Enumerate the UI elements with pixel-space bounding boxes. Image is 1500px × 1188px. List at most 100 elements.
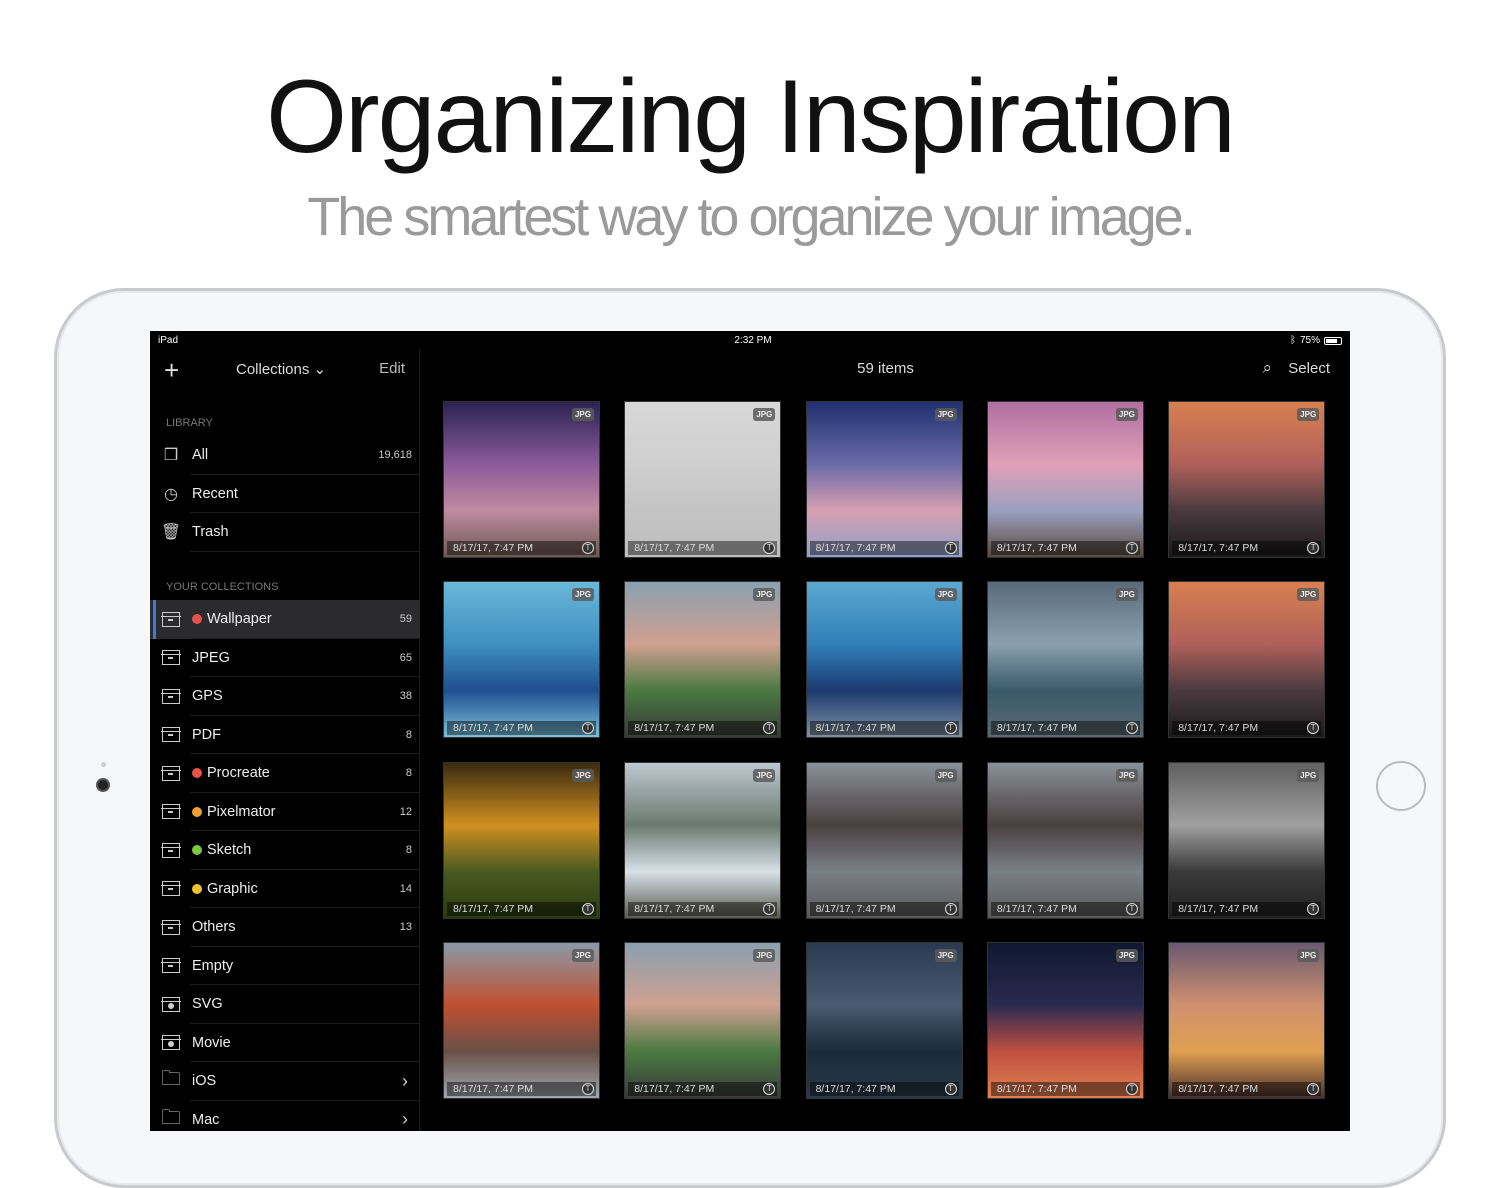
image-thumbnail[interactable]: JPG 8/17/17, 7:47 PM T (986, 941, 1144, 1099)
image-date: 8/17/17, 7:47 PM (447, 901, 596, 916)
sidebar-item-others[interactable]: Others 13 (150, 908, 420, 947)
image-thumbnail[interactable]: JPG 8/17/17, 7:47 PM T (986, 581, 1144, 739)
image-date: 8/17/17, 7:47 PM (1172, 1081, 1322, 1096)
image-thumbnail[interactable]: JPG 8/17/17, 7:47 PM T (624, 401, 782, 558)
archive-icon (150, 919, 192, 935)
battery-icon (1324, 336, 1342, 345)
chevron-right-icon: › (402, 1070, 408, 1091)
image-thumbnail[interactable]: JPG 8/17/17, 7:47 PM T (624, 941, 782, 1099)
add-button[interactable]: + (164, 355, 179, 386)
sidebar-item-empty[interactable]: Empty (150, 947, 420, 986)
camera-icon (96, 778, 110, 792)
text-tag-icon: T (944, 542, 957, 554)
sidebar-item-label: Movie (192, 1034, 231, 1051)
image-thumbnail[interactable]: JPG 8/17/17, 7:47 PM T (443, 401, 600, 558)
sidebar-item-label: JPEG (192, 649, 230, 666)
sensor (101, 762, 106, 767)
battery-percent: 75% (1299, 335, 1320, 346)
sidebar-item-pixelmator[interactable]: Pixelmator 12 (150, 793, 420, 832)
sidebar-item-movie[interactable]: Movie (150, 1024, 420, 1063)
file-type-badge: JPG (753, 768, 776, 782)
file-type-badge: JPG (1115, 948, 1138, 962)
text-tag-icon: T (1307, 1082, 1320, 1095)
text-tag-icon: T (1125, 542, 1138, 554)
sidebar-nav: + Collections ⌄ Edit (150, 349, 419, 389)
text-tag-icon: T (1125, 902, 1138, 915)
archive-icon (150, 804, 192, 820)
sidebar-item-gps[interactable]: GPS 38 (150, 677, 420, 716)
image-thumbnail[interactable]: JPG 8/17/17, 7:47 PM T (1168, 581, 1326, 739)
stack-icon: ❒ (163, 447, 179, 465)
image-thumbnail[interactable]: JPG 8/17/17, 7:47 PM T (805, 761, 963, 919)
color-tag-dot (192, 768, 202, 779)
item-count: 14 (399, 882, 412, 895)
image-date: 8/17/17, 7:47 PM (990, 1081, 1140, 1096)
search-icon[interactable]: ⌕ (1262, 358, 1272, 378)
items-count: 59 items (857, 360, 914, 377)
sidebar-item-label: iOS (192, 1073, 217, 1090)
image-thumbnail[interactable]: JPG 8/17/17, 7:47 PM T (1168, 761, 1326, 919)
sidebar-item-trash[interactable]: 🗑 Trash (150, 513, 420, 552)
image-thumbnail[interactable]: JPG 8/17/17, 7:47 PM T (805, 941, 963, 1099)
clock-icon: ◷ (164, 485, 178, 503)
image-date: 8/17/17, 7:47 PM (809, 541, 959, 555)
image-date: 8/17/17, 7:47 PM (628, 901, 778, 916)
sidebar-item-jpeg[interactable]: JPEG 65 (150, 639, 420, 678)
sidebar-item-wallpaper[interactable]: Wallpaper 59 (150, 600, 420, 639)
color-tag-dot (192, 845, 202, 856)
sidebar-item-pdf[interactable]: PDF 8 (150, 716, 420, 755)
sidebar-item-graphic[interactable]: Graphic 14 (150, 870, 420, 909)
sidebar-item-ios[interactable]: 🗀 iOS › (150, 1062, 420, 1101)
sidebar-item-label: Sketch (207, 842, 252, 859)
image-thumbnail[interactable]: JPG 8/17/17, 7:47 PM T (986, 401, 1144, 558)
image-thumbnail[interactable]: JPG 8/17/17, 7:47 PM T (1168, 941, 1326, 1099)
sidebar-item-label: PDF (192, 726, 221, 743)
status-time: 2:32 PM (734, 335, 772, 346)
sidebar-item-label: GPS (192, 688, 223, 705)
file-type-badge: JPG (934, 408, 957, 421)
sidebar-item-mac[interactable]: 🗀 Mac › (150, 1101, 420, 1132)
sidebar-item-sketch[interactable]: Sketch 8 (150, 831, 420, 870)
sidebar-item-procreate[interactable]: Procreate 8 (150, 754, 420, 793)
image-date: 8/17/17, 7:47 PM (990, 721, 1140, 736)
collections-header: YOUR COLLECTIONS (166, 581, 279, 593)
sidebar-item-svg[interactable]: SVG (150, 985, 420, 1024)
image-thumbnail[interactable]: JPG 8/17/17, 7:47 PM T (443, 581, 600, 739)
archive-icon (150, 842, 192, 858)
edit-button[interactable]: Edit (379, 360, 405, 377)
hero-subtitle: The smartest way to organize your image. (307, 187, 1195, 247)
text-tag-icon: T (1307, 902, 1320, 915)
image-date: 8/17/17, 7:47 PM (1172, 721, 1322, 736)
image-date: 8/17/17, 7:47 PM (1172, 901, 1322, 916)
file-type-badge: JPG (571, 948, 594, 962)
sidebar-item-recent[interactable]: ◷ Recent (150, 475, 420, 514)
file-type-badge: JPG (571, 588, 594, 602)
file-type-badge: JPG (934, 948, 957, 962)
chevron-right-icon: › (402, 1109, 408, 1130)
file-type-badge: JPG (753, 948, 776, 962)
image-thumbnail[interactable]: JPG 8/17/17, 7:47 PM T (986, 761, 1144, 919)
file-type-badge: JPG (571, 408, 594, 421)
select-button[interactable]: Select (1288, 360, 1330, 377)
image-thumbnail[interactable]: JPG 8/17/17, 7:47 PM T (443, 941, 600, 1099)
image-thumbnail[interactable]: JPG 8/17/17, 7:47 PM T (805, 581, 963, 739)
image-thumbnail[interactable]: JPG 8/17/17, 7:47 PM T (805, 401, 963, 558)
image-thumbnail[interactable]: JPG 8/17/17, 7:47 PM T (1168, 401, 1326, 558)
text-tag-icon: T (763, 902, 776, 915)
sidebar-item-label: Pixelmator (207, 803, 276, 820)
image-thumbnail[interactable]: JPG 8/17/17, 7:47 PM T (624, 761, 782, 919)
sidebar-item-all[interactable]: ❒ All 19,618 (150, 436, 420, 475)
trash-icon: 🗑 (160, 524, 182, 542)
archive-icon (150, 958, 192, 974)
image-thumbnail[interactable]: JPG 8/17/17, 7:47 PM T (624, 581, 782, 739)
item-count: 8 (405, 844, 412, 857)
item-count: 8 (405, 728, 412, 741)
text-tag-icon: T (944, 1082, 957, 1095)
image-thumbnail[interactable]: JPG 8/17/17, 7:47 PM T (443, 761, 600, 919)
home-button[interactable] (1376, 761, 1426, 811)
hero-title: Organizing Inspiration (266, 59, 1236, 175)
collections-dropdown[interactable]: Collections ⌄ (236, 360, 326, 378)
text-tag-icon: T (944, 902, 957, 915)
item-count: 59 (399, 613, 412, 626)
sidebar-item-label: Wallpaper (207, 611, 272, 628)
